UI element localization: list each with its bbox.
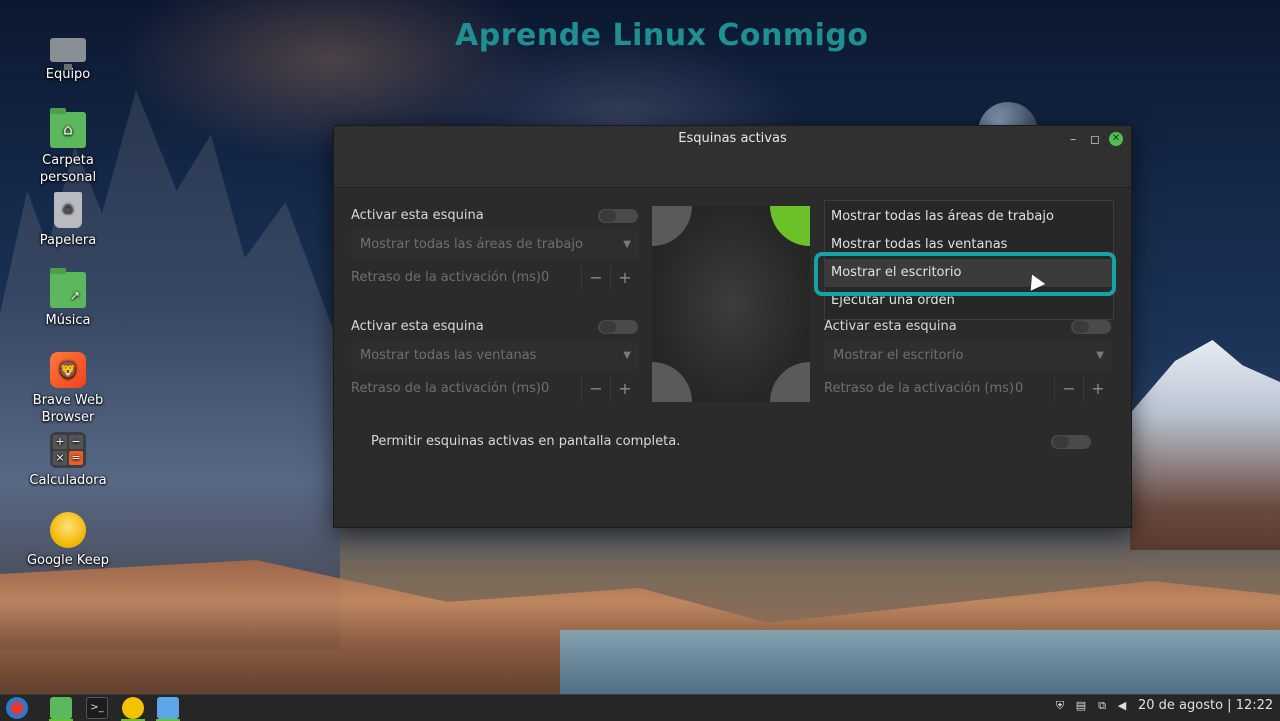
keep-bulb-icon — [50, 512, 86, 548]
bottom-right-delay-label: Retraso de la activación (ms) — [824, 381, 1014, 396]
close-button[interactable]: ✕ — [1109, 132, 1123, 146]
music-folder-icon: ↗ — [50, 268, 86, 308]
bottom-right-enable-toggle[interactable] — [1071, 320, 1111, 334]
chevron-down-icon: ▼ — [623, 350, 631, 361]
bottom-left-enable-toggle[interactable] — [598, 320, 638, 334]
chevron-down-icon: ▼ — [1096, 350, 1104, 361]
top-left-delay-label: Retraso de la activación (ms) — [351, 270, 541, 285]
bottom-left-delay-label: Retraso de la activación (ms) — [351, 381, 541, 396]
corner-bottom-left — [652, 362, 692, 402]
home-folder-icon: ⌂ — [50, 108, 86, 148]
corner-top-right-active — [770, 206, 810, 246]
files-launcher-icon[interactable] — [50, 697, 72, 719]
fullscreen-toggle[interactable] — [1051, 435, 1091, 449]
bottom-right-delay-increment[interactable]: + — [1083, 376, 1112, 402]
maximize-button[interactable]: ◻ — [1088, 132, 1102, 146]
desktop-icon-brave[interactable]: 🦁 Brave Web Browser — [13, 352, 123, 426]
screen-corners-preview — [652, 206, 810, 402]
volume-icon[interactable]: ◀ — [1116, 700, 1128, 712]
top-left-action-select[interactable]: Mostrar todas las áreas de trabajo ▼ — [351, 231, 639, 259]
bottom-right-enable-label: Activar esta esquina — [824, 319, 957, 334]
desktop-icon-musica[interactable]: ↗ Música — [13, 268, 123, 329]
desktop-icon-equipo[interactable]: Equipo — [13, 32, 123, 83]
top-left-delay-increment[interactable]: + — [610, 265, 639, 291]
desktop-icon-carpeta-personal[interactable]: ⌂ Carpeta personal — [13, 108, 123, 186]
fullscreen-label: Permitir esquinas activas en pantalla co… — [371, 434, 681, 449]
hot-corners-window: Esquinas activas – ◻ ✕ Activar esta esqu… — [333, 125, 1132, 528]
bottom-left-delay-value[interactable]: 0 — [541, 381, 549, 396]
computer-icon — [50, 38, 86, 70]
window-title: Esquinas activas — [678, 131, 787, 146]
clock[interactable]: 20 de agosto | 12:22 — [1138, 698, 1273, 713]
annotation-highlight-box — [814, 252, 1116, 296]
bottom-left-action-select[interactable]: Mostrar todas las ventanas ▼ — [351, 342, 639, 370]
desktop-icon-label: Papelera — [39, 233, 97, 248]
minimize-button[interactable]: – — [1066, 132, 1080, 146]
desktop-icon-google-keep[interactable]: Google Keep — [13, 512, 123, 569]
chevron-down-icon: ▼ — [623, 239, 631, 250]
bottom-right-action-select[interactable]: Mostrar el escritorio ▼ — [824, 342, 1112, 370]
desktop-icon-label: Carpeta personal — [39, 153, 97, 185]
bottom-right-delay-decrement[interactable]: − — [1054, 376, 1083, 402]
desktop-icon-calculadora[interactable]: + − × = Calculadora — [13, 432, 123, 489]
start-menu-button[interactable] — [6, 697, 28, 719]
top-left-delay-decrement[interactable]: − — [581, 265, 610, 291]
bottom-left-action-value: Mostrar todas las ventanas — [360, 348, 537, 363]
top-left-action-value: Mostrar todas las áreas de trabajo — [360, 237, 583, 252]
taskbar: >_ ⛨ ▤ ⧉ ◀ 20 de agosto | 12:22 — [0, 694, 1280, 721]
keep-launcher-icon[interactable] — [122, 697, 144, 719]
bottom-left-enable-label: Activar esta esquina — [351, 319, 484, 334]
terminal-launcher-icon[interactable]: >_ — [86, 697, 108, 719]
watermark-title: Aprende Linux Conmigo — [455, 18, 869, 53]
desktop-icon-label: Calculadora — [29, 473, 107, 488]
wallpaper-snowy-peak — [1130, 340, 1280, 550]
bottom-right-delay-value[interactable]: 0 — [1015, 381, 1023, 396]
calculator-icon: + − × = — [50, 432, 86, 468]
corner-top-left — [652, 206, 692, 246]
top-left-enable-toggle[interactable] — [598, 209, 638, 223]
printer-icon[interactable]: ▤ — [1075, 700, 1087, 712]
trash-icon: ♻ — [54, 192, 82, 228]
desktop-icon-label: Google Keep — [26, 553, 110, 568]
bottom-left-delay-decrement[interactable]: − — [581, 376, 610, 402]
shield-icon[interactable]: ⛨ — [1054, 700, 1066, 712]
window-titlebar[interactable]: Esquinas activas – ◻ ✕ — [334, 126, 1131, 188]
desktop-icon-label: Brave Web Browser — [32, 393, 104, 425]
desktop-icon-papelera[interactable]: ♻ Papelera — [13, 192, 123, 249]
dropdown-option[interactable]: Mostrar todas las áreas de trabajo — [825, 203, 1113, 231]
desktop-icon-label: Música — [45, 313, 91, 328]
top-left-enable-label: Activar esta esquina — [351, 208, 484, 223]
top-left-delay-value[interactable]: 0 — [541, 270, 549, 285]
network-icon[interactable]: ⧉ — [1096, 700, 1108, 712]
bottom-left-delay-increment[interactable]: + — [610, 376, 639, 402]
wallpaper-water — [560, 630, 1280, 694]
brave-icon: 🦁 — [50, 352, 86, 388]
corner-bottom-right — [770, 362, 810, 402]
app-launcher-icon[interactable] — [157, 697, 179, 719]
bottom-right-action-value: Mostrar el escritorio — [833, 348, 964, 363]
